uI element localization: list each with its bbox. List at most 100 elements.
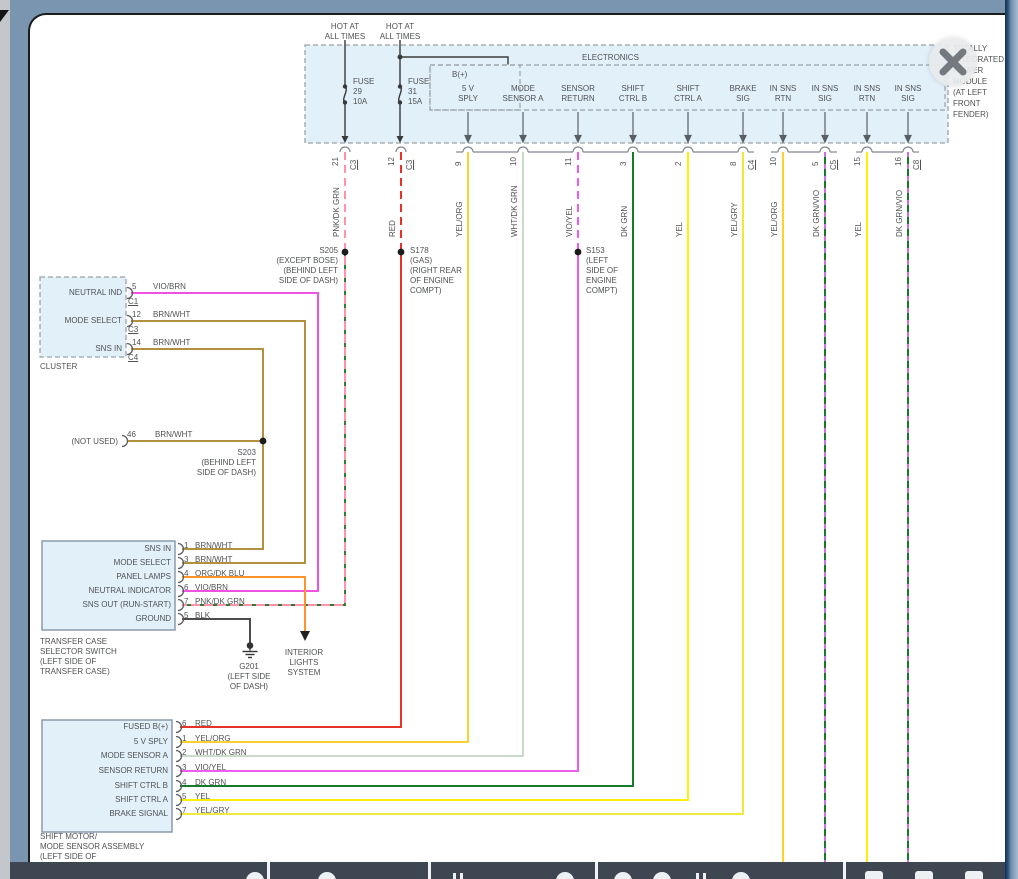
close-button[interactable] [929,38,977,86]
toolbar-icon-1[interactable] [246,872,264,879]
cluster-conn-c3: C3 [128,325,138,335]
window-right-frame [1005,0,1018,879]
wire-label-yel-org-2: YEL/ORG [770,161,780,237]
shift-row-5v-sply: 5 V SPLY [45,737,168,747]
fuse1-terminal [343,100,347,104]
splice-s205-label: S205 (EXCEPT BOSE) (BEHIND LEFT SIDE OF … [248,246,338,286]
switch-row-panel-lamps: PANEL LAMPS [45,572,171,582]
shift-color-dk-grn: DK GRN [195,778,226,788]
wire-label-yel-2: YEL [854,161,864,237]
shift-pin-1: 1 [182,734,186,744]
toolbar-share-icon[interactable] [732,872,750,879]
tipm-pin-in-sns-rtn-2: IN SNS RTN [844,84,890,104]
switch-pin-4: 4 [184,569,188,579]
shift-pin-3: 3 [182,763,186,773]
not-used-pin-46: 46 [127,430,136,440]
toolbar-icon-3[interactable] [556,872,574,879]
interior-lights-arrow [300,631,310,641]
connector-c5: C5 [829,150,839,170]
fuse2-terminal [398,84,402,88]
fuse2-terminal [398,100,402,104]
bplus-junction-dot [398,55,403,60]
switch-color-1: BRN/WHT [195,541,232,551]
bplus-label: B(+) [452,70,467,80]
wire-label-wht-dkgrn: WHT/DK GRN [510,161,520,237]
wiring-diagram: HOT AT ALL TIMES HOT AT ALL TIMES FUSE 2… [0,0,1018,879]
splice-s203-label: S203 (BEHIND LEFT SIDE OF DASH) [166,448,256,478]
shift-color-wht-dkgrn: WHT/DK GRN [195,748,247,758]
shift-color-red: RED [195,719,212,729]
app-window: HOT AT ALL TIMES HOT AT ALL TIMES FUSE 2… [0,0,1018,879]
switch-pin-3: 3 [184,555,188,565]
shift-color-vio-yel: VIO/YEL [195,763,226,773]
toolbar-separator [843,862,846,879]
wire-label-yel-gry: YEL/GRY [730,161,740,237]
bottom-toolbar[interactable] [10,862,1005,879]
cluster-caption: CLUSTER [40,362,77,372]
window-left-frame [10,13,28,879]
switch-pin-6: 6 [184,583,188,593]
tipm-pin-5v-sply: 5 V SPLY [443,84,493,104]
tipm-pin-in-sns-sig-1: IN SNS SIG [802,84,848,104]
shift-row-sensor-return: SENSOR RETURN [45,766,168,776]
switch-color-5: PNK/DK GRN [195,597,245,607]
cluster-row-sns-in: SNS IN [42,344,122,354]
fuse1-terminal [343,84,347,88]
wire-label-pnk-dkgrn: PNK/DK GRN [332,161,342,237]
toolbar-separator [428,862,431,879]
left-scroll-strip[interactable] [0,0,10,879]
connector-c4: C4 [747,150,757,170]
tipm-pin-mode-sensor-a: MODE SENSOR A [498,84,548,104]
toolbar-pause-icon-2[interactable] [703,873,706,879]
interior-lights-label: INTERIOR LIGHTS SYSTEM [269,648,339,678]
toolbar-separator [267,862,270,879]
switch-pin-1: 1 [184,541,188,551]
toolbar-display-icon-2[interactable] [915,871,933,879]
shift-row-fused-b: FUSED B(+) [45,722,168,732]
toolbar-icon-2[interactable] [318,872,336,879]
shift-color-yel-org: YEL/ORG [195,734,231,744]
fuse-31-label: FUSE 31 15A [408,77,429,107]
shift-pin-4: 4 [182,778,186,788]
toolbar-display-icon-3[interactable] [965,871,983,879]
toolbar-pause-icon[interactable] [460,873,463,879]
cluster-color-brn-wht-2: BRN/WHT [153,338,190,348]
splice-s178-label: S178 (GAS) (RIGHT REAR OF ENGINE COMPT) [410,246,500,296]
wire-vio-yel [180,252,578,771]
cluster-conn-c4: C4 [128,353,138,363]
wiring-svg [0,0,1018,879]
switch-row-neutral-indicator: NEUTRAL INDICATOR [45,586,171,596]
wire-label-yel-org-1: YEL/ORG [455,161,465,237]
shift-row-shift-ctrl-b: SHIFT CTRL B [45,781,168,791]
toolbar-display-icon-1[interactable] [865,871,883,879]
electronics-label: ELECTRONICS [582,53,639,63]
toolbar-icon-5[interactable] [653,872,671,879]
hot-at-all-times-1: HOT AT ALL TIMES [315,22,375,42]
tipm-pin-in-sns-sig-2: IN SNS SIG [885,84,931,104]
shift-color-yel: YEL [195,792,210,802]
toolbar-pause-icon-2[interactable] [696,873,699,879]
wire-blk [182,619,250,643]
tipm-pin-in-sns-rtn-1: IN SNS RTN [760,84,806,104]
toolbar-icon-4[interactable] [614,872,632,879]
wire-label-dkgrn-vio-1: DK GRN/VIO [812,161,822,237]
toolbar-pause-icon[interactable] [453,873,456,879]
splice-s205-dot [342,249,349,256]
cluster-color-brn-wht-1: BRN/WHT [153,310,190,320]
wire-label-vio-yel: VIO/YEL [565,161,575,237]
shift-pin-2: 2 [182,748,186,758]
cluster-pin-12: 12 [132,310,141,320]
close-icon [929,38,977,86]
splice-s203-dot [260,438,267,445]
cluster-pin-5: 5 [132,282,136,292]
fuse-29-label: FUSE 29 10A [353,77,374,107]
tipm-pin-shift-ctrl-a: SHIFT CTRL A [663,84,713,104]
shift-row-mode-sensor-a: MODE SENSOR A [45,751,168,761]
shift-color-yel-gry: YEL/GRY [195,806,230,816]
cluster-row-neutral-ind: NEUTRAL IND [42,288,122,298]
toolbar-separator [595,862,598,879]
switch-row-mode-select: MODE SELECT [45,558,171,568]
switch-pin-7: 7 [184,597,188,607]
window-top-frame [10,0,1018,13]
cluster-conn-c1: C1 [128,297,138,307]
